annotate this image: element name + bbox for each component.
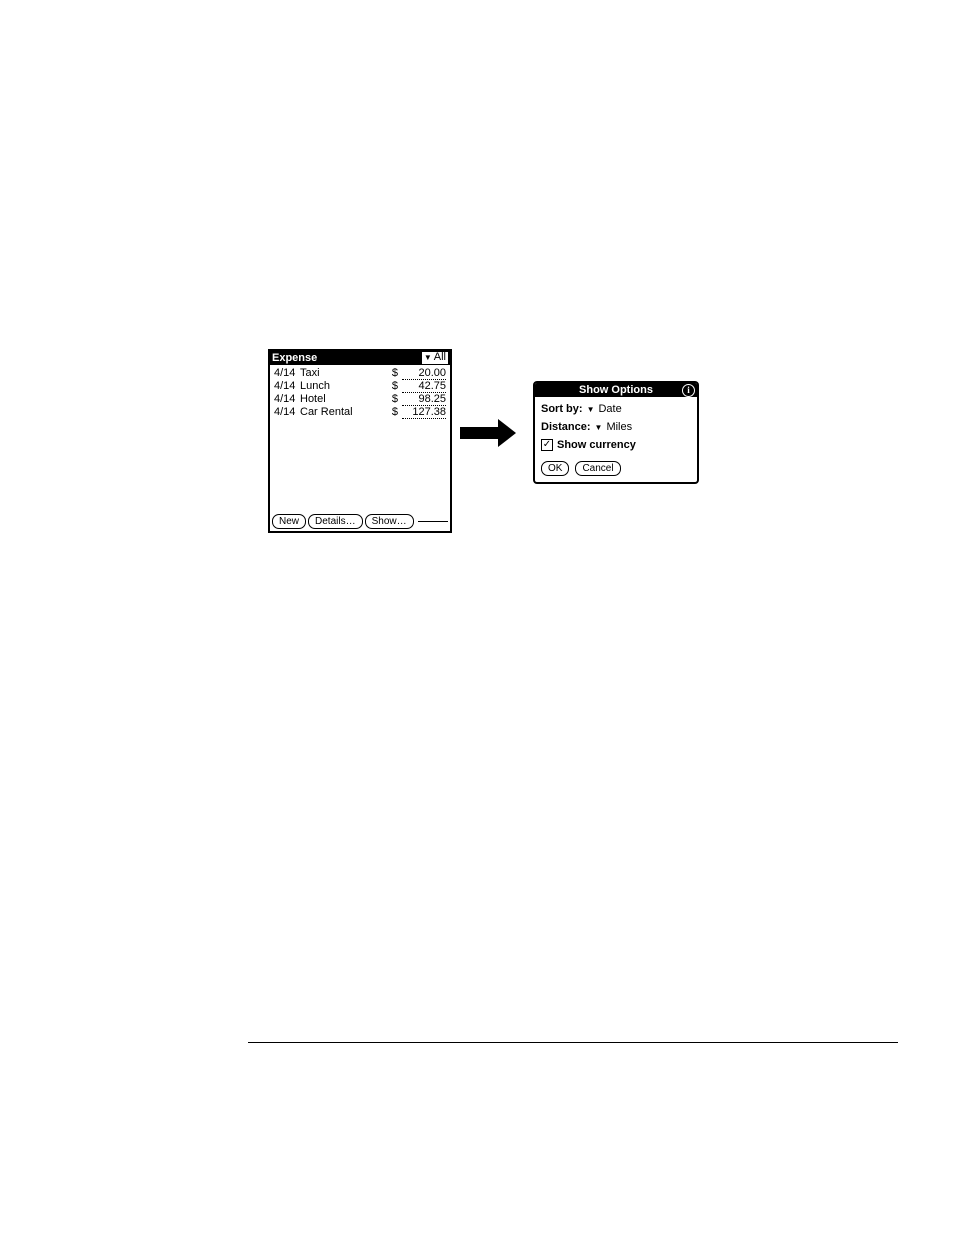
expense-desc: Car Rental (300, 406, 388, 419)
ok-button[interactable]: OK (541, 461, 569, 476)
expense-desc: Taxi (300, 367, 388, 380)
info-icon[interactable]: i (682, 384, 695, 397)
expense-date: 4/14 (274, 380, 300, 393)
expense-currency: $ (388, 393, 398, 406)
expense-amount[interactable]: 127.38 (402, 406, 446, 419)
expense-row[interactable]: 4/14 Taxi $ 20.00 (274, 367, 446, 380)
expense-date: 4/14 (274, 406, 300, 419)
chevron-down-icon: ▼ (587, 405, 595, 414)
expense-date: 4/14 (274, 393, 300, 406)
expense-row[interactable]: 4/14 Car Rental $ 127.38 (274, 406, 446, 419)
sort-by-label: Sort by: (541, 403, 583, 415)
show-currency-row: ✓ Show currency (541, 439, 691, 451)
button-bar-rule (418, 521, 448, 522)
expense-currency: $ (388, 380, 398, 393)
category-filter[interactable]: ▼ All (422, 352, 448, 364)
show-currency-label: Show currency (557, 439, 636, 451)
distance-label: Distance: (541, 421, 591, 433)
expense-row[interactable]: 4/14 Hotel $ 98.25 (274, 393, 446, 406)
expense-list: 4/14 Taxi $ 20.00 4/14 Lunch $ 42.75 4/1… (274, 367, 446, 419)
page: Expense ▼ All 4/14 Taxi $ 20.00 4/14 Lun… (0, 0, 954, 1235)
chevron-down-icon: ▼ (424, 351, 432, 364)
expense-title: Expense (272, 352, 317, 365)
expense-titlebar: Expense ▼ All (270, 351, 450, 365)
expense-currency: $ (388, 406, 398, 419)
expense-desc: Lunch (300, 380, 388, 393)
sort-by-row: Sort by: ▼ Date (541, 403, 691, 415)
expense-currency: $ (388, 367, 398, 380)
expense-row[interactable]: 4/14 Lunch $ 42.75 (274, 380, 446, 393)
dialog-titlebar: Show Options i (535, 383, 697, 397)
dialog-body: Sort by: ▼ Date Distance: ▼ Miles ✓ Show… (535, 397, 697, 461)
distance-row: Distance: ▼ Miles (541, 421, 691, 433)
new-button[interactable]: New (272, 514, 306, 529)
expense-amount[interactable]: 20.00 (402, 367, 446, 380)
expense-desc: Hotel (300, 393, 388, 406)
cancel-button[interactable]: Cancel (575, 461, 620, 476)
sort-by-value[interactable]: Date (598, 403, 621, 415)
category-filter-label: All (434, 351, 446, 364)
show-currency-checkbox[interactable]: ✓ (541, 439, 553, 451)
distance-value[interactable]: Miles (606, 421, 632, 433)
expense-button-bar: New Details… Show… (272, 514, 448, 529)
expense-amount[interactable]: 42.75 (402, 380, 446, 393)
chevron-down-icon: ▼ (595, 423, 603, 432)
expense-amount[interactable]: 98.25 (402, 393, 446, 406)
dialog-button-bar: OK Cancel (535, 461, 697, 482)
details-button[interactable]: Details… (308, 514, 363, 529)
show-options-dialog: Show Options i Sort by: ▼ Date Distance:… (533, 381, 699, 484)
expense-window: Expense ▼ All 4/14 Taxi $ 20.00 4/14 Lun… (268, 349, 452, 533)
footer-rule (248, 1042, 898, 1043)
expense-date: 4/14 (274, 367, 300, 380)
arrow-icon (460, 422, 520, 444)
show-button[interactable]: Show… (365, 514, 414, 529)
dialog-title: Show Options (579, 384, 653, 396)
